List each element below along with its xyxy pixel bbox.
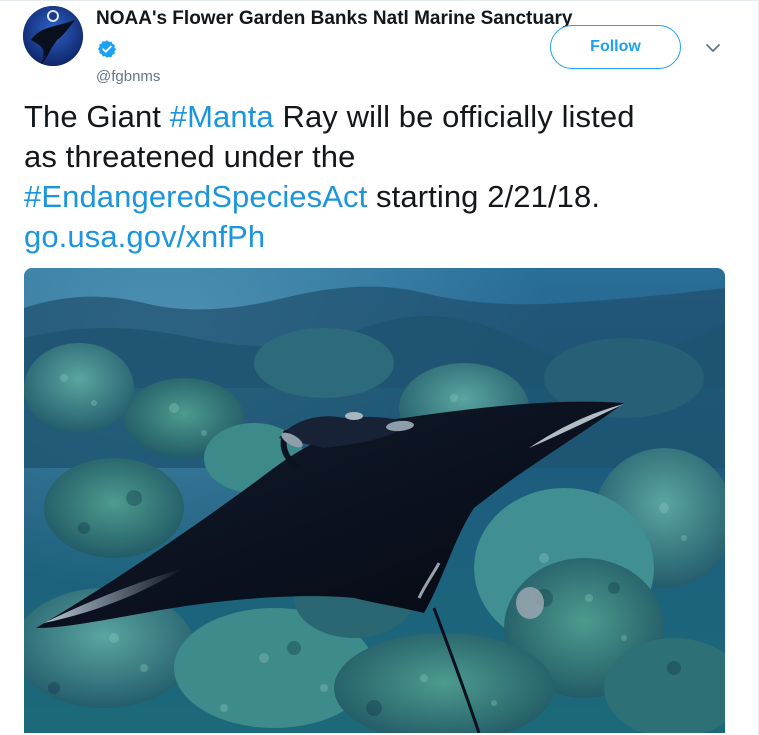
- verified-badge-icon: [97, 39, 117, 59]
- text-segment: The Giant: [24, 99, 170, 134]
- url-link[interactable]: go.usa.gov/xnfPh: [24, 219, 265, 254]
- chevron-down-icon[interactable]: [703, 38, 723, 58]
- hashtag-manta-link[interactable]: #Manta: [170, 99, 274, 134]
- tweet-text-line-4: go.usa.gov/xnfPh: [24, 217, 724, 257]
- tweet-text-line-2: as threatened under the: [24, 139, 356, 174]
- text-segment: Ray will be officially listed: [273, 99, 635, 134]
- tweet-text: The Giant #Manta Ray will be officially …: [24, 97, 724, 257]
- manta-ray-avatar-icon: [23, 6, 83, 66]
- follow-button[interactable]: Follow: [550, 25, 681, 69]
- text-segment: starting 2/21/18.: [367, 179, 601, 214]
- tweet-text-line-1: The Giant #Manta Ray will be officially …: [24, 97, 724, 137]
- avatar[interactable]: [23, 6, 83, 66]
- card-top-border: [0, 0, 759, 1]
- user-handle[interactable]: @fgbnms: [96, 67, 160, 87]
- manta-ray-photo-image: [24, 268, 725, 733]
- hashtag-endangered-species-act-link[interactable]: #EndangeredSpeciesAct: [24, 179, 367, 214]
- tweet-photo[interactable]: [24, 268, 725, 733]
- tweet-text-line-3: #EndangeredSpeciesAct starting 2/21/18.: [24, 177, 724, 217]
